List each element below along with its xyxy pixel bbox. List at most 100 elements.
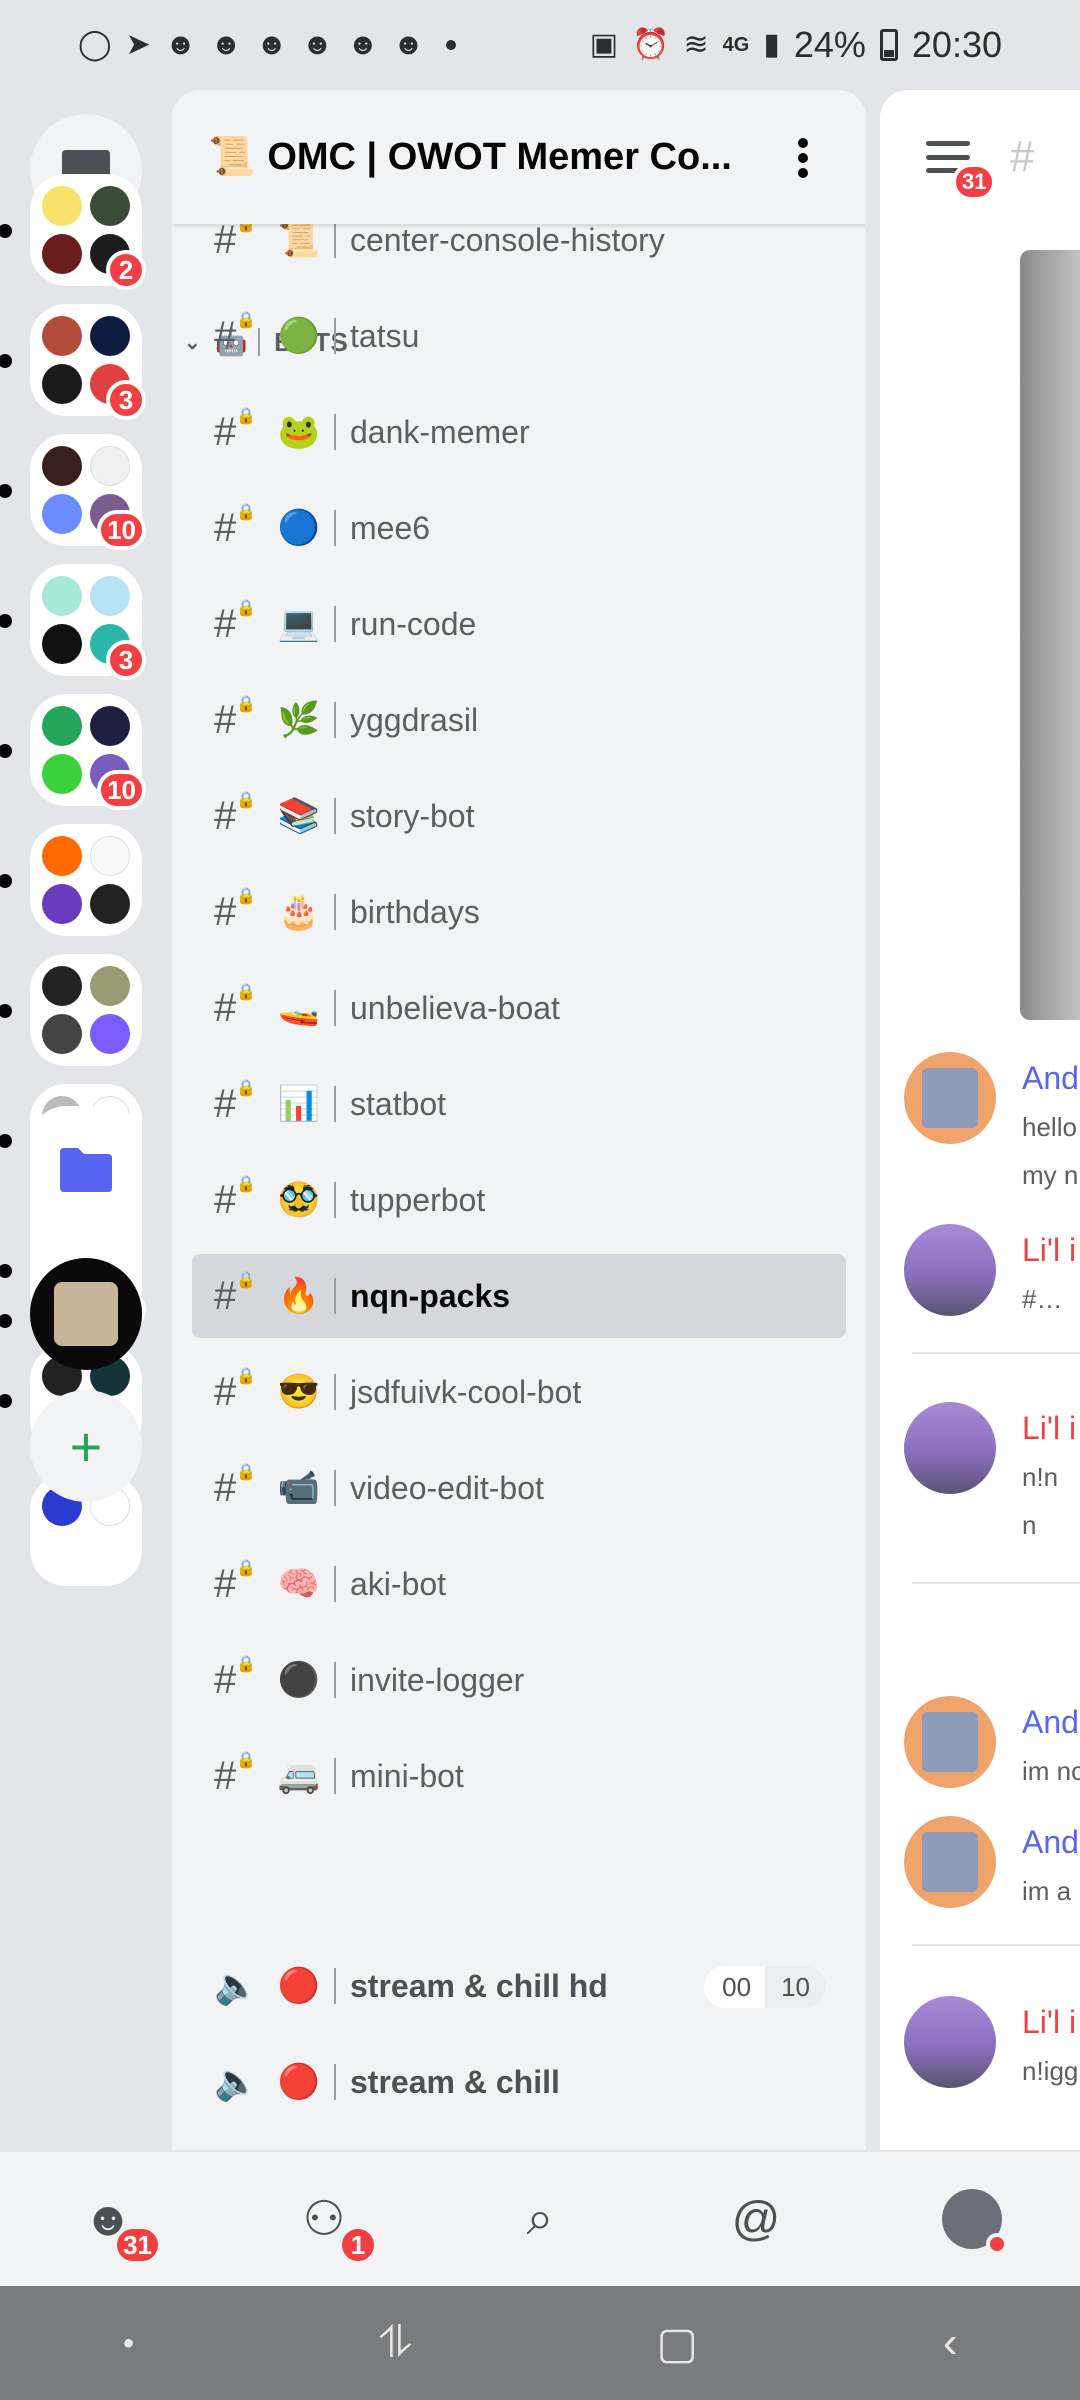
server-group-4[interactable]: 3: [30, 564, 146, 680]
message-author[interactable]: And: [1022, 1060, 1079, 1097]
channel-emoji: 🔵: [277, 509, 321, 547]
tab-search[interactable]: ⌕: [500, 2179, 580, 2259]
channel-invite-logger[interactable]: # 🔒 ⚫ invite-logger: [192, 1638, 846, 1722]
channel-emoji: ⚫: [277, 1661, 321, 1699]
server-icon: [42, 884, 82, 924]
message-text: im nc: [1022, 1756, 1080, 1786]
message-avatar[interactable]: [904, 1996, 996, 2088]
speaker-icon: 🔈: [214, 1965, 259, 2006]
channel-tupperbot[interactable]: # 🔒 🥸 tupperbot: [192, 1158, 846, 1242]
unread-indicator: [0, 354, 12, 368]
channel-tatsu[interactable]: # 🔒 🟢 tatsu: [192, 294, 846, 378]
message-image-attachment[interactable]: [1020, 250, 1080, 1020]
server-icon: [42, 576, 82, 616]
message-text: #…: [1022, 1284, 1063, 1314]
channel-mee6[interactable]: # 🔒 🔵 mee6: [192, 486, 846, 570]
server-icon: [90, 576, 130, 616]
discord-notification-icon: ☻: [392, 28, 425, 61]
server-icon: [42, 494, 82, 534]
channel-name: center-console-history: [350, 221, 665, 258]
locked-text-channel-icon: # 🔒: [214, 1463, 256, 1510]
server-group-6[interactable]: [30, 824, 142, 936]
channel-nqn-packs[interactable]: # 🔒 🔥 nqn-packs: [192, 1254, 846, 1338]
message-author[interactable]: And: [1022, 1824, 1079, 1861]
nav-dot-icon[interactable]: ●: [122, 2332, 134, 2355]
channel-separator: [334, 1278, 336, 1314]
server-group-2[interactable]: 3: [30, 304, 146, 420]
server-group-5[interactable]: 10: [30, 694, 146, 810]
channel-emoji: 🧠: [277, 1565, 321, 1603]
channel-emoji: 🔴: [277, 2063, 321, 2101]
server-group-3[interactable]: 10: [30, 434, 146, 550]
server-group-1[interactable]: 2: [30, 174, 146, 290]
channel-video-edit-bot[interactable]: # 🔒 📹 video-edit-bot: [192, 1446, 846, 1530]
channel-birthdays[interactable]: # 🔒 🎂 birthdays: [192, 870, 846, 954]
wifi-icon: ≋: [683, 28, 709, 61]
channel-jsdfuivk-cool-bot[interactable]: # 🔒 😎 jsdfuivk-cool-bot: [192, 1350, 846, 1434]
server-header[interactable]: 📜 OMC | OWOT Memer Co...: [172, 90, 866, 224]
channel-emoji: 📹: [277, 1469, 321, 1507]
channel-dank-memer[interactable]: # 🔒 🐸 dank-memer: [192, 390, 846, 474]
tab-profile[interactable]: [932, 2179, 1012, 2259]
server-icon: [42, 234, 82, 274]
tab-mentions[interactable]: @: [716, 2179, 796, 2259]
battery-saver-icon: ▣: [589, 28, 619, 61]
locked-text-channel-icon: # 🔒: [214, 503, 256, 550]
channel-yggdrasil[interactable]: # 🔒 🌿 yggdrasil: [192, 678, 846, 762]
back-icon[interactable]: ‹: [943, 2318, 958, 2368]
channel-story-bot[interactable]: # 🔒 📚 story-bot: [192, 774, 846, 858]
channel-separator: [334, 990, 336, 1026]
more-options-icon[interactable]: [798, 138, 810, 178]
tab-friends[interactable]: ⚇ 1: [284, 2179, 378, 2265]
message-author[interactable]: Li'l i: [1022, 2004, 1076, 2041]
message-text: n!n: [1022, 1462, 1059, 1492]
server-icon: [42, 836, 82, 876]
message-avatar[interactable]: [904, 1224, 996, 1316]
channel-unbelieva-boat[interactable]: # 🔒 🚤 unbelieva-boat: [192, 966, 846, 1050]
server-icon: [42, 754, 82, 794]
mention-badge: 10: [97, 510, 146, 550]
channel-mini-bot[interactable]: # 🔒 🚐 mini-bot: [192, 1734, 846, 1818]
message-avatar[interactable]: [904, 1696, 996, 1788]
channel-separator: [334, 1662, 336, 1698]
channel-run-code[interactable]: # 🔒 💻 run-code: [192, 582, 846, 666]
unread-indicator: [0, 614, 12, 628]
voice-channel[interactable]: 🔈 🔴 stream & chill hd 00 10: [192, 1944, 846, 2028]
channel-emoji: 🚤: [277, 989, 321, 1027]
message-avatar[interactable]: [904, 1402, 996, 1494]
channel-statbot[interactable]: # 🔒 📊 statbot: [192, 1062, 846, 1146]
server-icon: [90, 706, 130, 746]
message-avatar[interactable]: [904, 1816, 996, 1908]
channel-separator: [334, 1086, 336, 1122]
locked-text-channel-icon: # 🔒: [214, 1079, 256, 1126]
home-icon[interactable]: ▢: [656, 2318, 698, 2369]
recent-apps-icon[interactable]: ⥮: [379, 2318, 411, 2368]
hamburger-menu-icon[interactable]: 31: [926, 141, 997, 201]
message-avatar[interactable]: [904, 1052, 996, 1144]
message-author[interactable]: And: [1022, 1704, 1079, 1741]
message-author[interactable]: Li'l i: [1022, 1232, 1076, 1269]
channel-emoji: 🔥: [277, 1277, 321, 1315]
channel-list-panel: 📜 OMC | OWOT Memer Co... # 🔒 📜 center-con…: [172, 90, 866, 2150]
channel-name: stream & chill hd: [350, 1967, 608, 2004]
channel-aki-bot[interactable]: # 🔒 🧠 aki-bot: [192, 1542, 846, 1626]
voice-channel[interactable]: 🔈 🔴 stream & chill: [192, 2040, 846, 2124]
clock: 20:30: [911, 24, 1002, 65]
server-title: OMC | OWOT Memer Co...: [267, 135, 732, 178]
message-author[interactable]: Li'l i: [1022, 1410, 1076, 1447]
channel-separator: [334, 1374, 336, 1410]
server-group-7[interactable]: [30, 954, 142, 1066]
channel-separator: [334, 1566, 336, 1602]
channel-name: stream & chill: [350, 2063, 560, 2100]
menu-badge: 31: [952, 163, 997, 201]
tab-home[interactable]: ☻ 31: [68, 2179, 162, 2265]
channel-name: video-edit-bot: [350, 1469, 544, 1506]
add-server-button[interactable]: +: [30, 1390, 142, 1502]
channel-separator: [334, 702, 336, 738]
plus-icon: +: [69, 1414, 103, 1478]
channel-name: dank-memer: [350, 413, 530, 450]
channel-separator: [334, 1182, 336, 1218]
server-folder-button[interactable]: [30, 1114, 142, 1226]
channel-name: mee6: [350, 509, 431, 546]
server-owot-icon[interactable]: [30, 1258, 142, 1370]
